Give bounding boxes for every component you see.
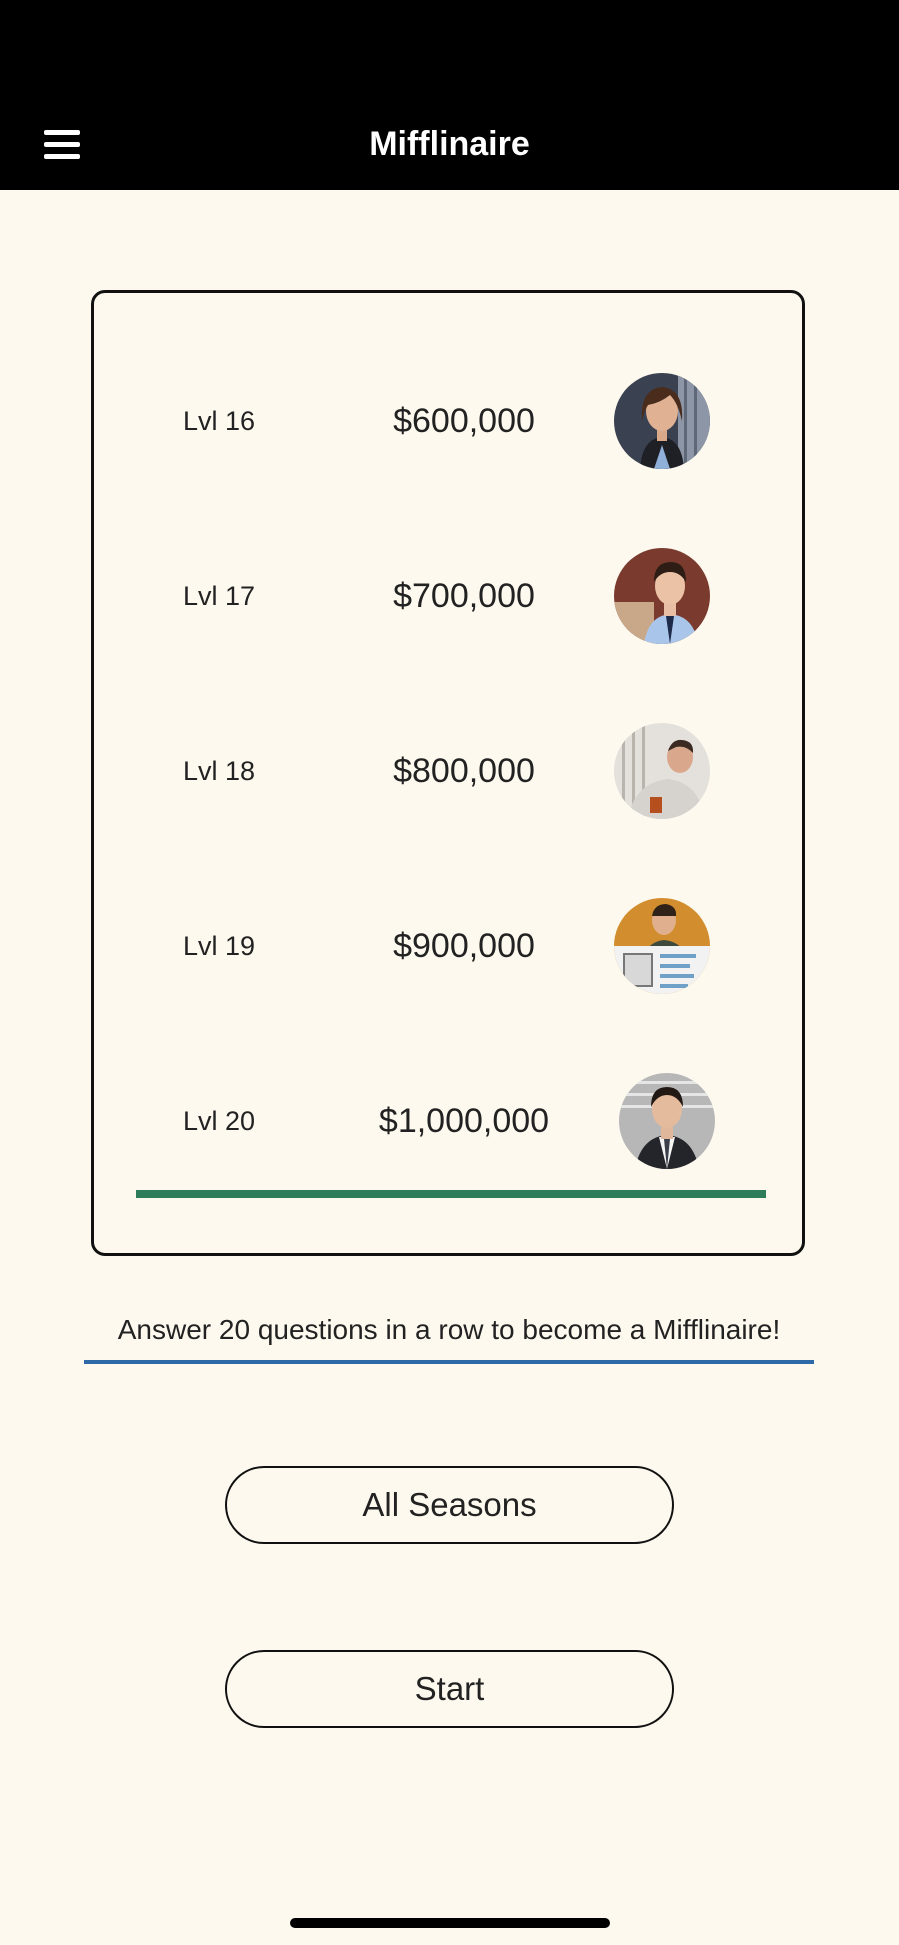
prize-levels-card: Lvl 16 $600,000 Lvl 17 $700,000 Lvl 18 $… <box>91 290 805 1256</box>
level-label: Lvl 16 <box>182 406 256 436</box>
level-row: Lvl 18 $800,000 <box>94 721 802 821</box>
level-label: Lvl 19 <box>182 931 256 961</box>
level-amount: $600,000 <box>393 402 535 440</box>
level-label: Lvl 18 <box>182 756 256 786</box>
season-select-button[interactable]: All Seasons <box>225 1466 674 1544</box>
home-indicator <box>290 1918 610 1928</box>
character-avatar <box>614 373 710 469</box>
character-avatar <box>614 898 710 994</box>
level-row: Lvl 20 $1,000,000 <box>94 1071 802 1171</box>
level-amount: $900,000 <box>393 927 535 965</box>
level-label: Lvl 20 <box>182 1106 256 1136</box>
progress-line <box>136 1190 766 1198</box>
level-row: Lvl 16 $600,000 <box>94 371 802 471</box>
app-header: Mifflinaire <box>0 0 899 190</box>
character-avatar <box>614 723 710 819</box>
level-amount: $800,000 <box>393 752 535 790</box>
character-avatar <box>619 1073 715 1169</box>
level-label: Lvl 17 <box>182 581 256 611</box>
level-row: Lvl 19 $900,000 <box>94 896 802 996</box>
start-button[interactable]: Start <box>225 1650 674 1728</box>
app-title: Mifflinaire <box>369 125 530 163</box>
level-amount: $1,000,000 <box>378 1102 550 1140</box>
level-amount: $700,000 <box>393 577 535 615</box>
tagline-text: Answer 20 questions in a row to become a… <box>84 1310 814 1364</box>
level-row: Lvl 17 $700,000 <box>94 546 802 646</box>
character-avatar <box>614 548 710 644</box>
